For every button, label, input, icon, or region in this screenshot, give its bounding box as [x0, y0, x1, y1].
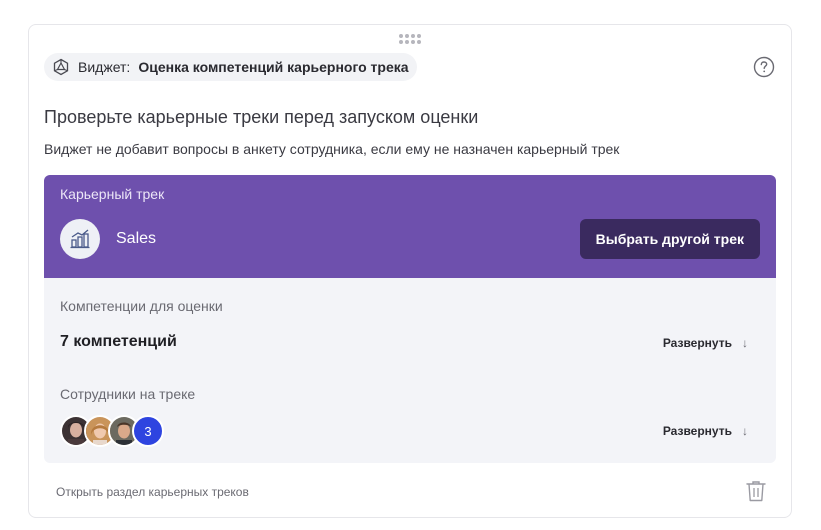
- arrow-down-icon: ↓: [742, 424, 748, 438]
- career-tracks-link[interactable]: Открыть раздел карьерных треков: [56, 485, 249, 499]
- widget-name: Оценка компетенций карьерного трека: [138, 59, 409, 75]
- employee-avatars[interactable]: 3: [60, 415, 164, 447]
- track-label: Карьерный трек: [60, 186, 165, 202]
- change-track-button[interactable]: Выбрать другой трек: [579, 219, 760, 259]
- track-header: Карьерный трек Sales Выбрать другой трек: [44, 175, 776, 278]
- arrow-down-icon: ↓: [742, 336, 748, 350]
- trash-icon[interactable]: [745, 479, 767, 503]
- page-subtitle: Виджет не добавит вопросы в анкету сотру…: [44, 141, 620, 157]
- widget-prefix: Виджет:: [78, 59, 131, 75]
- expand-label: Развернуть: [662, 424, 732, 438]
- help-icon[interactable]: [753, 56, 775, 78]
- widget-card: Виджет: Оценка компетенций карьерного тр…: [28, 24, 792, 518]
- employees-label: Сотрудники на треке: [60, 386, 196, 402]
- chart-icon: [60, 219, 100, 259]
- extra-employees-badge: 3: [132, 415, 164, 447]
- drag-handle-icon[interactable]: [399, 34, 423, 46]
- expand-competencies-button[interactable]: Развернуть ↓: [663, 336, 748, 350]
- widget-hexagon-icon: [52, 58, 70, 76]
- page-title: Проверьте карьерные треки перед запуском…: [44, 107, 479, 127]
- expand-employees-button[interactable]: Развернуть ↓: [663, 424, 748, 438]
- expand-label: Развернуть: [662, 336, 732, 350]
- track-name: Sales: [116, 230, 157, 247]
- widget-chip: Виджет: Оценка компетенций карьерного тр…: [44, 53, 417, 81]
- competencies-label: Компетенции для оценки: [60, 298, 223, 314]
- competencies-count: 7 компетенций: [60, 333, 177, 350]
- career-track-block: Карьерный трек Sales Выбрать другой трек…: [44, 175, 776, 463]
